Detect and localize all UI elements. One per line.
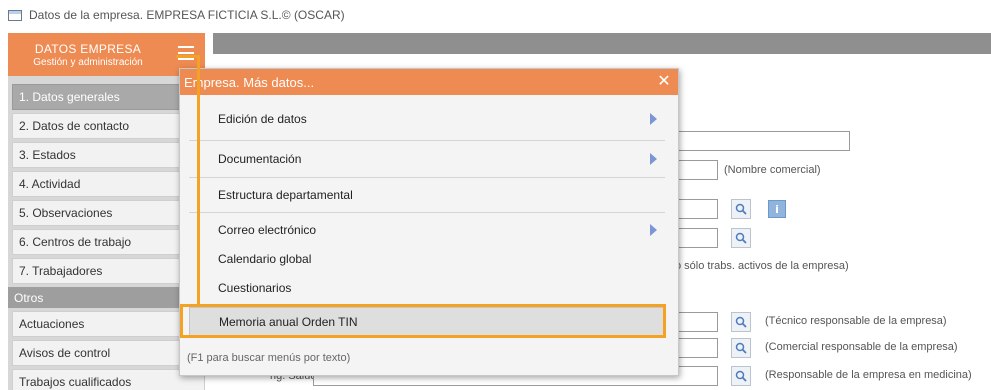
- chevron-right-icon: [650, 113, 657, 125]
- sidebar-item-label: 2. Datos de contacto: [19, 119, 130, 133]
- window-titlebar: Datos de la empresa. EMPRESA FICTICIA S.…: [0, 0, 991, 30]
- sidebar-item-actuaciones[interactable]: Actuaciones: [12, 311, 205, 337]
- menu-item-edicion-datos[interactable]: Edición de datos: [189, 104, 665, 134]
- sidebar-item-label: 7. Trabajadores: [19, 264, 103, 278]
- content-header-bar: [213, 33, 991, 54]
- trabajadores-note: o sólo trabs. activos de la empresa): [675, 260, 849, 272]
- menu-divider: [189, 212, 665, 213]
- menu-item-label: Edición de datos: [218, 112, 307, 126]
- sidebar-item-estados[interactable]: 3. Estados: [12, 142, 205, 168]
- menu-item-label: Documentación: [218, 152, 302, 166]
- sidebar-section-otros: Otros: [8, 287, 205, 308]
- annotation-line: [197, 55, 200, 306]
- close-icon[interactable]: ✕: [656, 73, 672, 89]
- menu-item-label: Estructura departamental: [218, 188, 353, 202]
- sidebar-item-centros[interactable]: 6. Centros de trabajo: [12, 229, 205, 255]
- sidebar-item-actividad[interactable]: 4. Actividad: [12, 171, 205, 197]
- popup-hint: (F1 para buscar menús por texto): [187, 352, 351, 364]
- menu-divider: [189, 177, 665, 178]
- magnifier-icon[interactable]: [731, 366, 751, 386]
- sidebar-item-label: 5. Observaciones: [19, 206, 113, 220]
- menu-divider: [189, 140, 665, 141]
- menu-item-calendario[interactable]: Calendario global: [189, 245, 665, 273]
- sidebar-item-datos-generales[interactable]: 1. Datos generales: [12, 84, 205, 110]
- menu-item-label: Cuestionarios: [218, 281, 292, 295]
- menu-item-estructura-departamental[interactable]: Estructura departamental: [189, 180, 665, 210]
- sidebar-item-trabajos[interactable]: Trabajos cualificados: [12, 369, 205, 390]
- magnifier-icon[interactable]: [731, 199, 751, 219]
- sidebar-item-label: 6. Centros de trabajo: [19, 235, 132, 249]
- menu-item-label: Correo electrónico: [218, 223, 317, 237]
- window-title: Datos de la empresa. EMPRESA FICTICIA S.…: [29, 8, 345, 22]
- chevron-right-icon: [650, 224, 657, 236]
- sidebar-item-label: Actuaciones: [19, 317, 85, 331]
- comercial-note: (Comercial responsable de la empresa): [765, 341, 958, 353]
- sidebar-item-datos-contacto[interactable]: 2. Datos de contacto: [12, 113, 205, 139]
- sidebar-item-observaciones[interactable]: 5. Observaciones: [12, 200, 205, 226]
- sidebar: DATOS EMPRESA Gestión y administración 1…: [8, 33, 205, 390]
- popup-header: Empresa. Más datos... ✕: [180, 69, 678, 95]
- popup-title: Empresa. Más datos...: [184, 74, 315, 90]
- tecnico-note: (Técnico responsable de la empresa): [765, 315, 947, 327]
- window-icon: [8, 9, 22, 21]
- sidebar-header-title: DATOS EMPRESA: [34, 41, 142, 56]
- magnifier-icon[interactable]: [731, 228, 751, 248]
- info-icon[interactable]: i: [768, 200, 786, 218]
- sidebar-item-label: Avisos de control: [19, 346, 111, 360]
- menu-icon[interactable]: [178, 46, 194, 62]
- sidebar-item-label: 4. Actividad: [19, 177, 81, 191]
- sidebar-item-label: 3. Estados: [19, 148, 76, 162]
- sidebar-header-subtitle: Gestión y administración: [33, 56, 143, 68]
- chevron-right-icon: [650, 153, 657, 165]
- nombre-comercial-note: (Nombre comercial): [724, 164, 821, 176]
- menu-item-cuestionarios[interactable]: Cuestionarios: [189, 274, 665, 302]
- medicina-note: (Responsable de la empresa en medicina): [765, 369, 972, 381]
- sidebar-item-label: Trabajos cualificados: [19, 375, 132, 389]
- text-field-1[interactable]: [660, 131, 850, 151]
- annotation-highlight-box: [180, 304, 666, 338]
- magnifier-icon[interactable]: [731, 338, 751, 358]
- sidebar-item-trabajadores[interactable]: 7. Trabajadores: [12, 258, 205, 284]
- sidebar-item-label: 1. Datos generales: [19, 90, 120, 104]
- menu-item-label: Calendario global: [218, 252, 312, 266]
- menu-item-documentacion[interactable]: Documentación: [189, 144, 665, 174]
- sidebar-nav: 1. Datos generales 2. Datos de contacto …: [8, 84, 205, 390]
- menu-item-correo[interactable]: Correo electrónico: [189, 215, 665, 245]
- sidebar-item-avisos[interactable]: Avisos de control: [12, 340, 205, 366]
- magnifier-icon[interactable]: [731, 312, 751, 332]
